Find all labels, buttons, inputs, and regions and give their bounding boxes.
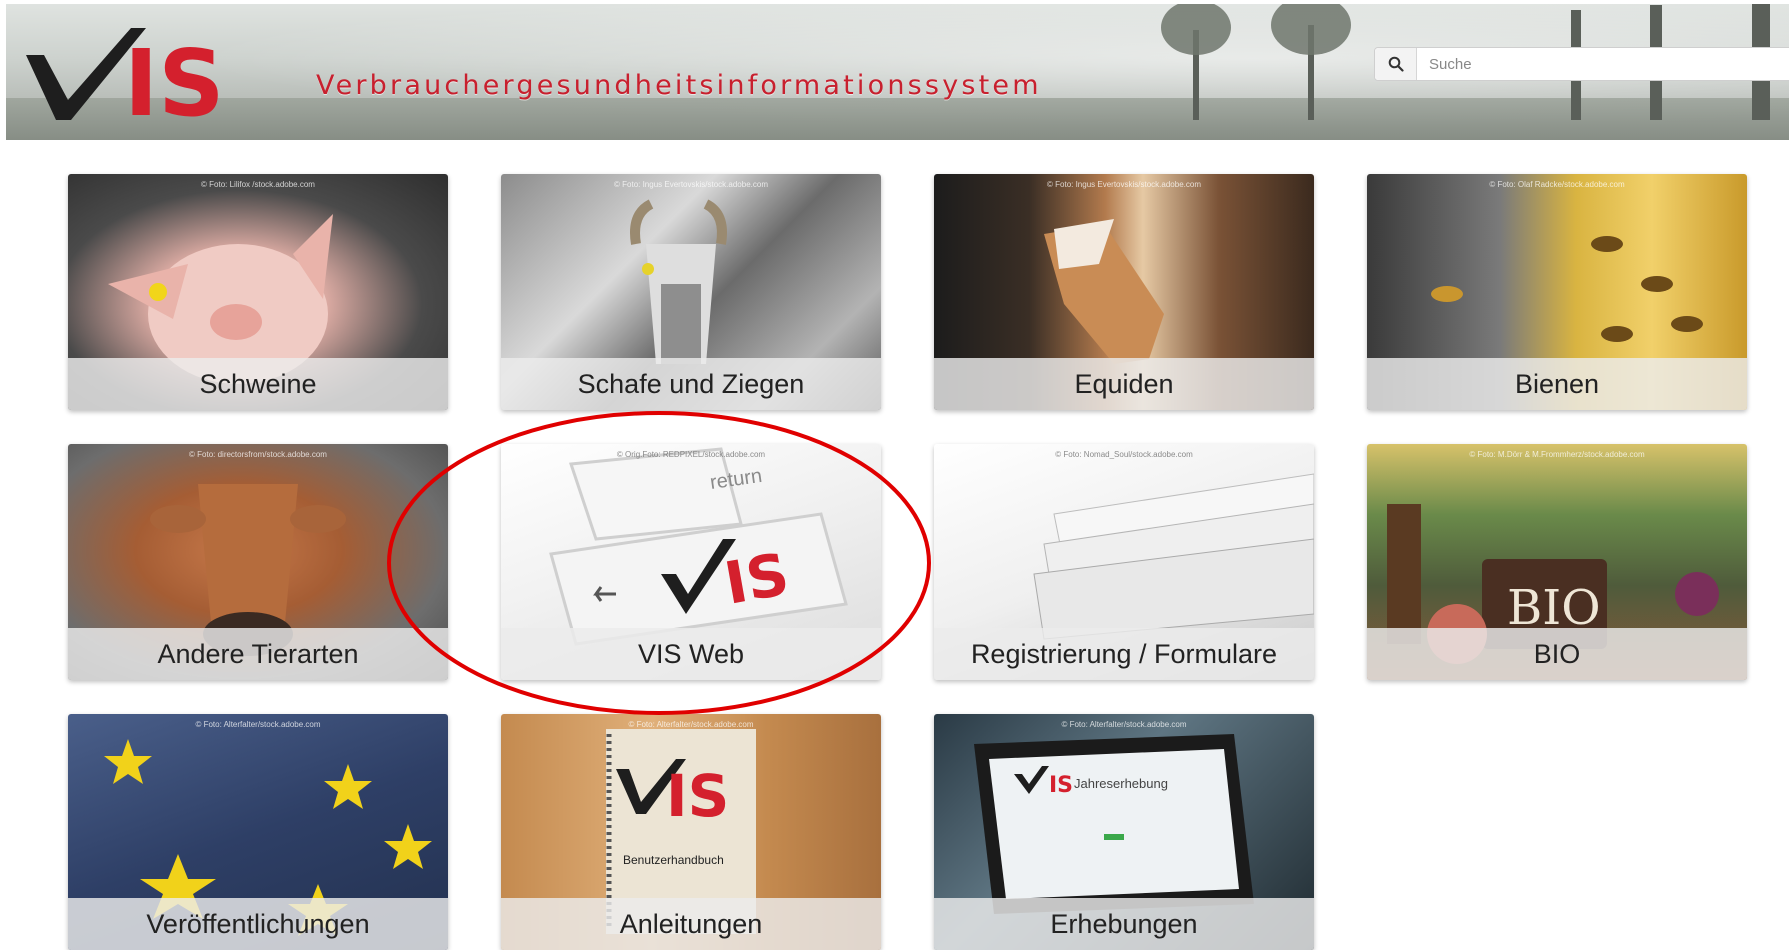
header-banner: IS Verbrauchergesundheitsinformationssys… bbox=[6, 4, 1789, 140]
tile-label: Schweine bbox=[68, 358, 448, 410]
photo-credit: © Foto: Lilifox /stock.adobe.com bbox=[201, 180, 315, 189]
photo-credit: © Foto: Ingus Evertovskis/stock.adobe.co… bbox=[1047, 180, 1201, 189]
photo-credit: © Foto: Olaf Radcke/stock.adobe.com bbox=[1489, 180, 1625, 189]
tile-schweine[interactable]: © Foto: Lilifox /stock.adobe.com Schwein… bbox=[68, 174, 448, 410]
tile-schafe-ziegen[interactable]: © Foto: Ingus Evertovskis/stock.adobe.co… bbox=[501, 174, 881, 410]
tile-andere-tierarten[interactable]: © Foto: directorsfrom/stock.adobe.com An… bbox=[68, 444, 448, 680]
search-box[interactable] bbox=[1374, 47, 1789, 81]
photo-credit: © Foto: Ingus Evertovskis/stock.adobe.co… bbox=[614, 180, 768, 189]
search-icon bbox=[1388, 56, 1404, 72]
svg-text:IS: IS bbox=[1049, 773, 1073, 798]
photo-credit: © Foto: Alterfalter/stock.adobe.com bbox=[628, 720, 754, 729]
tile-label: Andere Tierarten bbox=[68, 628, 448, 680]
manual-book-title: Benutzerhandbuch bbox=[623, 853, 724, 867]
tile-anleitungen[interactable]: IS Benutzerhandbuch © Foto: Alterfalter/… bbox=[501, 714, 881, 950]
tile-registrierung-formulare[interactable]: © Foto: Nomad_Soul/stock.adobe.com Regis… bbox=[934, 444, 1314, 680]
svg-text:IS: IS bbox=[720, 540, 794, 618]
photo-credit: © Foto: Nomad_Soul/stock.adobe.com bbox=[1055, 450, 1193, 459]
photo-credit: © Foto: M.Dörr & M.Frommherz/stock.adobe… bbox=[1469, 450, 1645, 459]
photo-credit: © Foto: Alterfalter/stock.adobe.com bbox=[1061, 720, 1187, 729]
tile-label: Equiden bbox=[934, 358, 1314, 410]
tile-equiden[interactable]: © Foto: Ingus Evertovskis/stock.adobe.co… bbox=[934, 174, 1314, 410]
photo-credit: © Orig.Foto: REDPIXEL/stock.adobe.com bbox=[616, 450, 766, 459]
tile-veroeffentlichungen[interactable]: © Foto: Alterfalter/stock.adobe.com Verö… bbox=[68, 714, 448, 950]
site-title: Verbrauchergesundheitsinformationssystem bbox=[316, 70, 1042, 101]
tile-label: VIS Web bbox=[501, 628, 881, 680]
tile-label: Schafe und Ziegen bbox=[501, 358, 881, 410]
tile-label: Bienen bbox=[1367, 358, 1747, 410]
tile-bienen[interactable]: © Foto: Olaf Radcke/stock.adobe.com Bien… bbox=[1367, 174, 1747, 410]
photo-credit: © Foto: Alterfalter/stock.adobe.com bbox=[195, 720, 321, 729]
svg-text:IS: IS bbox=[124, 30, 225, 130]
tile-label: BIO bbox=[1367, 628, 1747, 680]
vis-logo[interactable]: IS bbox=[16, 10, 246, 130]
tile-label: Registrierung / Formulare bbox=[934, 628, 1314, 680]
banner-tree bbox=[1266, 4, 1356, 120]
tile-bio[interactable]: BIO © Foto: M.Dörr & M.Frommherz/stock.a… bbox=[1367, 444, 1747, 680]
tile-label: Veröffentlichungen bbox=[68, 898, 448, 950]
tile-vis-web[interactable]: return IS © Orig.Foto: REDPIXEL/stock.ad… bbox=[501, 444, 881, 680]
banner-ground bbox=[6, 98, 1789, 140]
photo-credit: © Foto: directorsfrom/stock.adobe.com bbox=[189, 450, 327, 459]
banner-tree bbox=[1156, 4, 1236, 120]
survey-screen-title: Jahreserhebung bbox=[1074, 776, 1168, 791]
tile-label: Erhebungen bbox=[934, 898, 1314, 950]
tile-label: Anleitungen bbox=[501, 898, 881, 950]
tile-erhebungen[interactable]: IS Jahreserhebung © Foto: Alterfalter/st… bbox=[934, 714, 1314, 950]
svg-text:IS: IS bbox=[666, 762, 729, 830]
search-input[interactable] bbox=[1417, 48, 1789, 80]
search-button[interactable] bbox=[1375, 48, 1417, 80]
